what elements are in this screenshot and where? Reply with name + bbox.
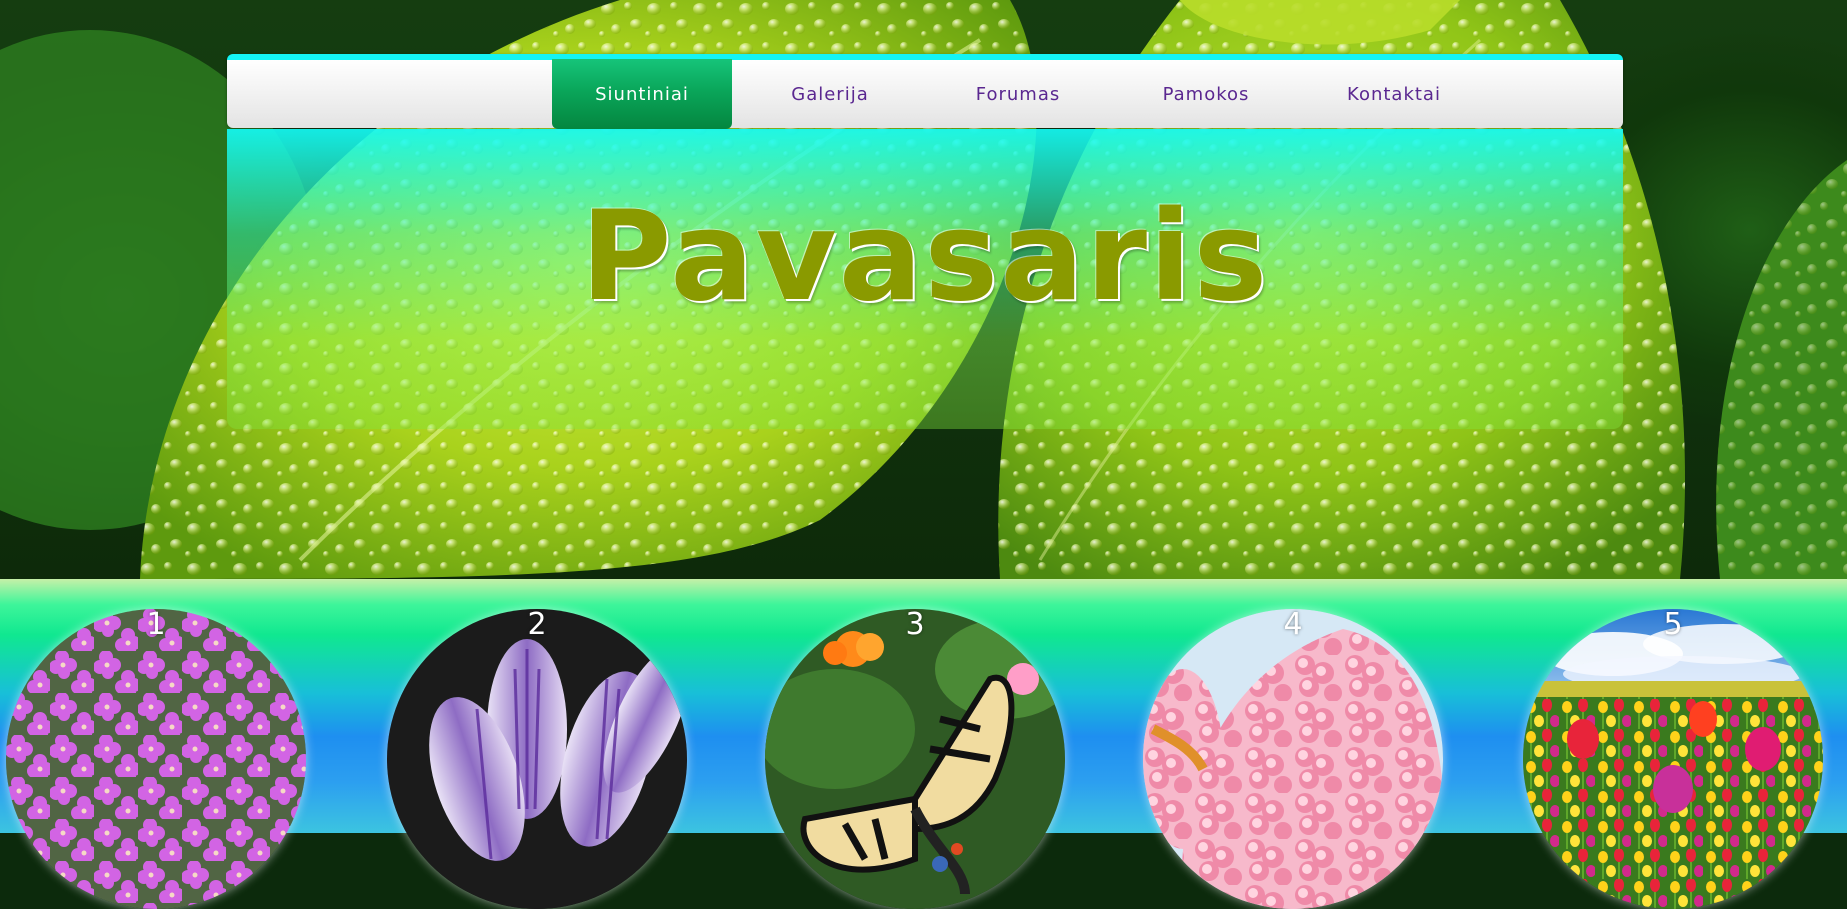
nav-list: Pradžia Siuntiniai Galerija Forumas Pamo… xyxy=(227,59,1623,129)
gallery-number-5: 5 xyxy=(1663,607,1683,642)
gallery-item-4[interactable] xyxy=(1143,609,1443,909)
gallery-number-3: 3 xyxy=(905,607,925,642)
gallery-number-2: 2 xyxy=(527,607,547,642)
nav-item-siuntiniai[interactable]: Siuntiniai xyxy=(552,59,732,129)
hero-banner: Pavasaris xyxy=(227,129,1623,429)
gallery-item-1[interactable] xyxy=(6,609,306,909)
tulip-field-image xyxy=(1523,609,1823,909)
gallery-item-3[interactable] xyxy=(765,609,1065,909)
gallery-item-2[interactable] xyxy=(387,609,687,909)
nav-item-pamokos[interactable]: Pamokos xyxy=(1116,60,1296,128)
nav-item-galerija[interactable]: Galerija xyxy=(740,60,920,128)
nav-item-kontaktai[interactable]: Kontaktai xyxy=(1304,60,1484,128)
nav-item-forumas[interactable]: Forumas xyxy=(928,60,1108,128)
purple-flowers-image xyxy=(6,609,306,909)
crocus-image xyxy=(387,609,687,909)
gallery-item-5[interactable] xyxy=(1523,609,1823,909)
page-title: Pavasaris xyxy=(580,185,1270,329)
main-nav: Pradžia Siuntiniai Galerija Forumas Pamo… xyxy=(227,54,1623,129)
gallery-number-1: 1 xyxy=(146,607,166,642)
pink-blossom-image xyxy=(1143,609,1443,909)
gallery-number-4: 4 xyxy=(1283,607,1303,642)
butterfly-image xyxy=(765,609,1065,909)
flower-gallery: 1 2 3 4 5 xyxy=(0,579,1847,909)
